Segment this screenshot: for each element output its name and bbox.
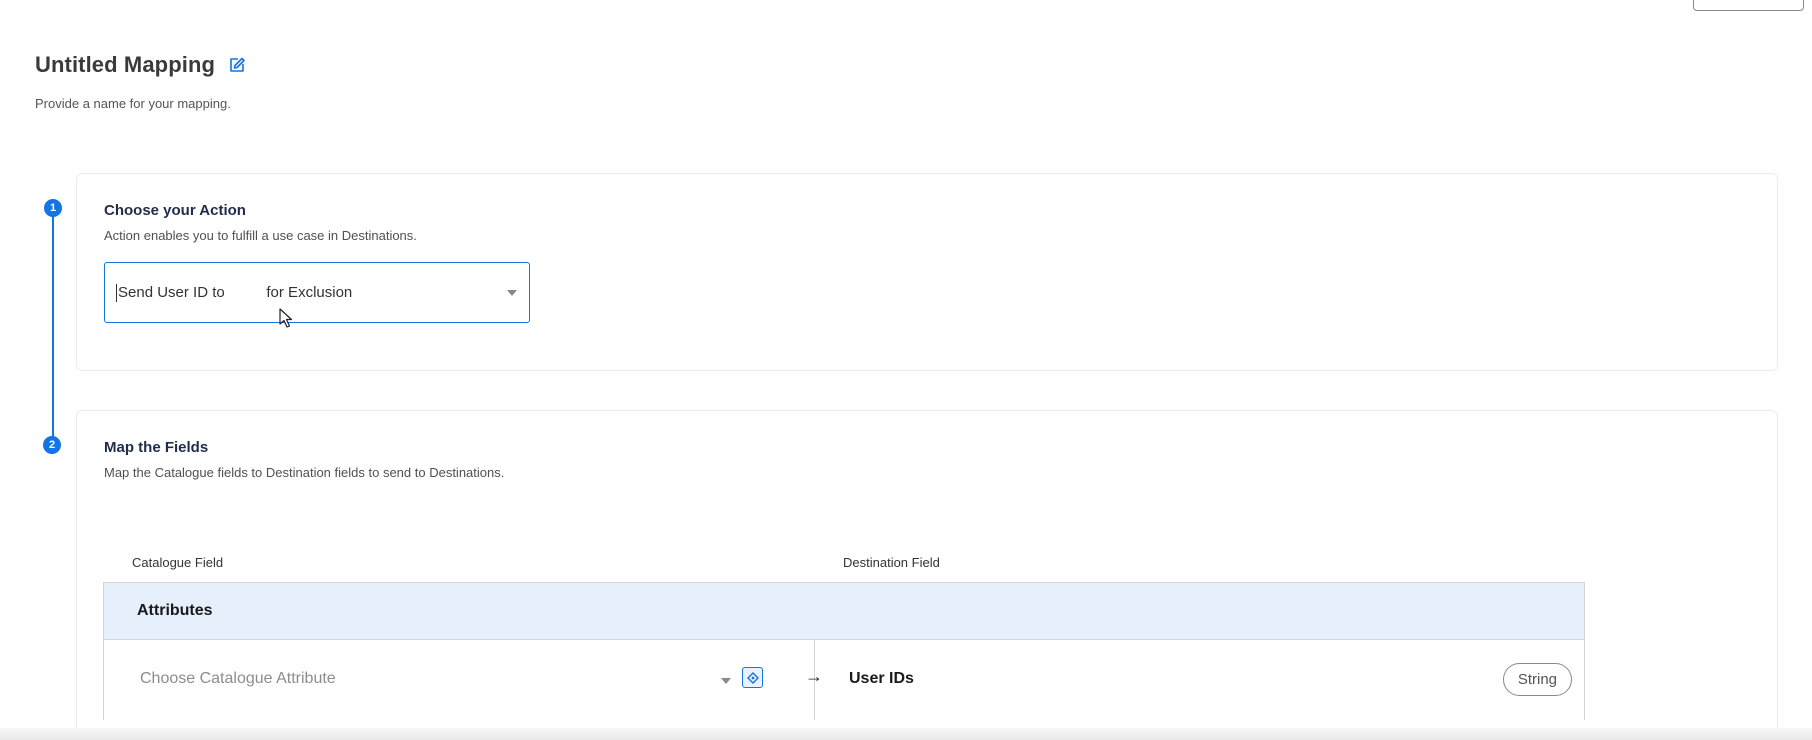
action-select[interactable]: Send User ID to for Exclusion (104, 262, 530, 323)
chevron-down-icon[interactable] (721, 678, 731, 684)
choose-action-card: Choose your Action Action enables you to… (76, 173, 1778, 371)
step-badge-1: 1 (44, 199, 62, 217)
step-badge-2: 2 (43, 436, 61, 454)
page-subtitle: Provide a name for your mapping. (35, 96, 231, 111)
catalogue-attribute-select[interactable]: Choose Catalogue Attribute (104, 640, 815, 720)
bottom-edge (0, 728, 1812, 740)
attributes-group-label: Attributes (137, 602, 213, 619)
attribute-picker-icon[interactable] (742, 667, 763, 688)
table-row: Choose Catalogue Attribute → User IDs St… (104, 640, 1584, 720)
type-badge: String (1502, 663, 1572, 696)
choose-action-title: Choose your Action (104, 202, 246, 219)
action-select-value: Send User ID to for Exclusion (118, 284, 353, 301)
step-connector-line (52, 208, 54, 446)
top-right-button[interactable] (1693, 0, 1804, 11)
page-header: Untitled Mapping Provide a name for your… (35, 52, 247, 111)
destination-field-label: User IDs (849, 670, 914, 687)
choose-action-description: Action enables you to fulfill a use case… (104, 228, 417, 243)
text-caret (116, 283, 117, 302)
mapping-table: Attributes Choose Catalogue Attribute → … (103, 582, 1585, 720)
map-fields-description: Map the Catalogue fields to Destination … (104, 465, 505, 480)
attributes-group-row: Attributes (104, 583, 1584, 640)
mouse-pointer-icon (279, 308, 293, 328)
catalogue-attribute-placeholder: Choose Catalogue Attribute (140, 670, 336, 687)
map-fields-title: Map the Fields (104, 439, 209, 456)
page-title: Untitled Mapping (35, 52, 216, 77)
chevron-down-icon[interactable] (507, 290, 517, 296)
column-header-destination: Destination Field (843, 555, 940, 570)
destination-field-cell: User IDs String (815, 640, 1584, 720)
edit-icon[interactable] (227, 55, 247, 75)
column-header-catalogue: Catalogue Field (132, 555, 224, 570)
